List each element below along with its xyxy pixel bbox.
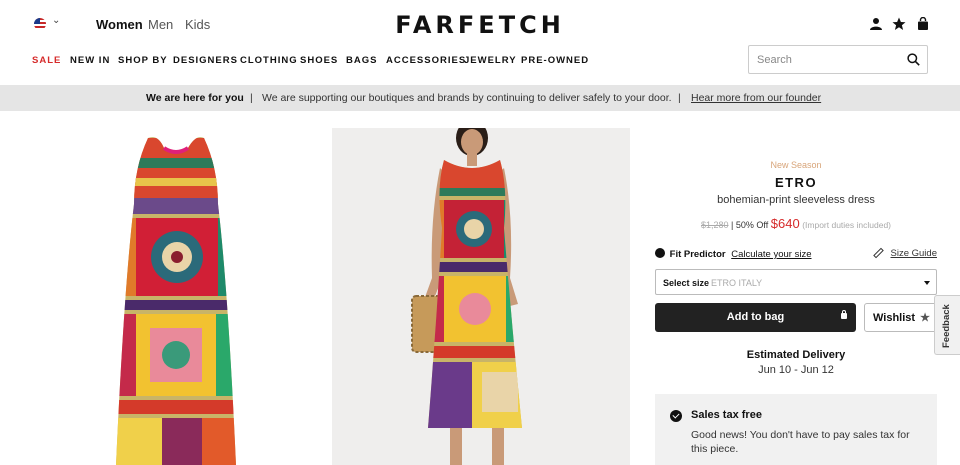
- select-size-label: Select size: [663, 278, 710, 288]
- sales-tax-box: Sales tax free Good news! You don't have…: [655, 394, 937, 465]
- size-select[interactable]: Select size ETRO ITALY: [655, 269, 937, 295]
- nav-sale[interactable]: SALE: [32, 55, 61, 66]
- lock-icon: [841, 310, 847, 319]
- banner-title: We are here for you: [146, 92, 244, 104]
- size-guide-link[interactable]: Size Guide: [891, 248, 937, 259]
- nav-shop-by[interactable]: SHOP BY: [118, 55, 168, 66]
- nav-clothing[interactable]: CLOTHING: [240, 55, 298, 66]
- duties-note: (Import duties included): [802, 220, 892, 230]
- estimated-delivery-title: Estimated Delivery: [746, 349, 846, 361]
- delivery-dates: Jun 10 - Jun 12: [758, 364, 834, 376]
- calculate-size-link[interactable]: Calculate your size: [731, 249, 811, 260]
- fit-predictor: Fit Predictor Calculate your size: [655, 248, 812, 260]
- fit-predictor-title: Fit Predictor: [669, 249, 726, 260]
- discount-label: | 50% Off: [731, 220, 769, 230]
- account-icon[interactable]: [869, 17, 883, 31]
- price-row: $1,280 | 50% Off $640 (Import duties inc…: [655, 216, 937, 231]
- wishlist-button[interactable]: Wishlist ★: [864, 303, 937, 332]
- feedback-label: Feedback: [941, 304, 952, 348]
- sale-price: $640: [770, 216, 800, 231]
- product-name: bohemian-print sleeveless dress: [717, 194, 875, 206]
- sales-tax-body: Good news! You don't have to pay sales t…: [691, 429, 910, 455]
- nav-designers[interactable]: DESIGNERS: [173, 55, 238, 66]
- nav-new-in[interactable]: NEW IN: [70, 55, 110, 66]
- info-banner: We are here for you | We are supporting …: [0, 85, 960, 111]
- nav-shoes[interactable]: SHOES: [300, 55, 338, 66]
- model-photo: [332, 128, 630, 465]
- wishlist-label: Wishlist: [873, 312, 916, 324]
- star-icon: ★: [920, 312, 930, 324]
- season-label: New Season: [770, 160, 822, 170]
- brand-name[interactable]: ETRO: [655, 175, 937, 190]
- search-input[interactable]: [757, 52, 907, 68]
- add-to-bag-button[interactable]: Add to bag: [655, 303, 856, 332]
- check-circle-icon: [670, 410, 682, 422]
- top-bar: ⌄ Women Men Kids FARFETCH: [0, 0, 960, 48]
- search-icon[interactable]: [907, 53, 920, 66]
- nav-pre-owned[interactable]: PRE-OWNED: [521, 55, 589, 66]
- ruler-icon: [873, 247, 884, 259]
- feedback-tab[interactable]: Feedback: [934, 295, 960, 355]
- sales-tax-title: Sales tax free: [691, 409, 762, 421]
- banner-separator: |: [678, 92, 681, 104]
- nav-jewelry[interactable]: JEWELRY: [464, 55, 517, 66]
- nav-bags[interactable]: BAGS: [346, 55, 377, 66]
- banner-message: We are supporting our boutiques and bran…: [262, 92, 672, 104]
- wishlist-star-icon[interactable]: [892, 17, 906, 31]
- shopping-bag-icon[interactable]: [916, 17, 930, 31]
- product-image-front[interactable]: [52, 128, 300, 465]
- banner-separator: |: [250, 92, 253, 104]
- add-to-bag-label: Add to bag: [726, 311, 785, 323]
- original-price: $1,280: [700, 220, 729, 230]
- nav-accessories[interactable]: ACCESSORIES: [386, 55, 466, 66]
- fit-predictor-icon: [655, 248, 665, 258]
- banner-founder-link[interactable]: Hear more from our founder: [691, 92, 821, 104]
- search-box[interactable]: [748, 45, 928, 74]
- size-guide[interactable]: Size Guide: [873, 247, 937, 259]
- farfetch-logo[interactable]: FARFETCH: [0, 11, 960, 39]
- caret-down-icon: [924, 281, 930, 285]
- select-size-value: ETRO ITALY: [711, 278, 763, 288]
- product-image-model[interactable]: [332, 128, 630, 465]
